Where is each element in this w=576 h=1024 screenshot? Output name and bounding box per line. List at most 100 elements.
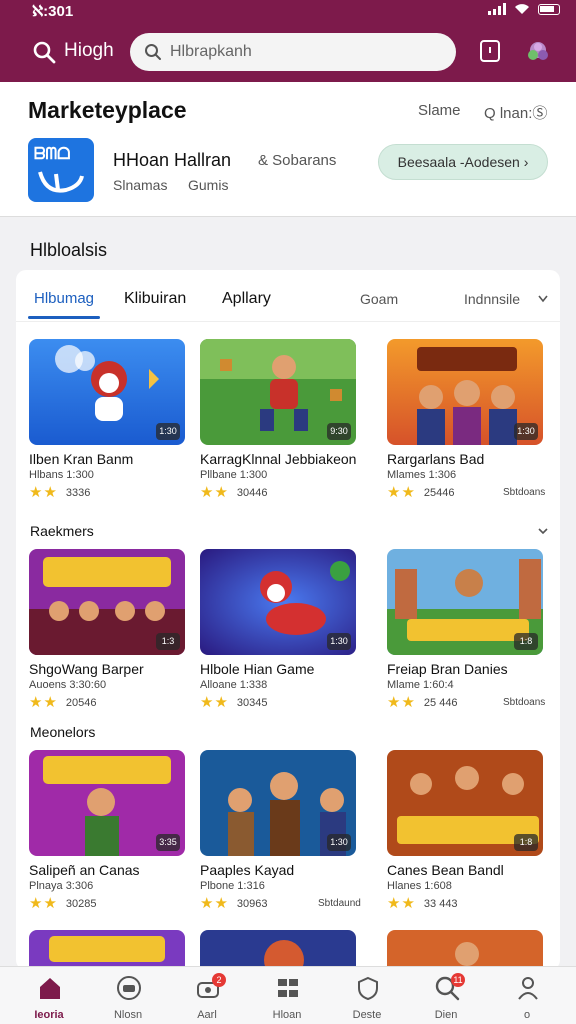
primary-action-button[interactable]: Beesaala -Aodesen › — [378, 144, 548, 180]
tab-library[interactable]: Apllary — [222, 290, 271, 308]
status-time: ℵ:301 — [32, 3, 74, 20]
tab-featured[interactable]: Hlbumag — [34, 290, 94, 307]
game-thumbnail — [387, 930, 543, 970]
games-card: Hlbumag Klibuiran Apllary Goam Indnnsile… — [16, 270, 560, 970]
game-title: KarragKlnnal Jebbiakeon — [200, 451, 357, 467]
filter-dropdown[interactable]: Indnnsile — [464, 291, 520, 307]
signal-icon — [488, 3, 506, 15]
app-icon-graphic — [38, 171, 84, 193]
game-subtitle: Pllbane 1:300 — [200, 469, 268, 481]
game-rating: ★ ★ 25446 — [387, 484, 455, 501]
header-link-store[interactable]: Slame — [418, 102, 461, 119]
duration-badge: 3:35 — [156, 834, 180, 851]
app-icon-text: ᗷᗰᗝ — [34, 146, 71, 163]
game-rating: ★ ★ 30285 — [29, 895, 97, 912]
home-icon — [40, 978, 60, 999]
duration-badge: 1:30 — [156, 423, 180, 440]
star-icon: ★ — [29, 694, 43, 711]
game-subtitle: Plbone 1:316 — [200, 880, 265, 892]
star-icon: ★ — [387, 694, 401, 711]
search-input[interactable] — [170, 41, 440, 63]
game-rating: ★ ★ 30963 — [200, 895, 268, 912]
star-icon: ★ — [387, 484, 401, 501]
grid-icon — [278, 979, 298, 997]
wifi-icon — [515, 4, 529, 14]
status-bar: ℵ:301 — [0, 0, 576, 22]
star-icon: ★ — [43, 895, 57, 912]
game-subtitle: Hlbans 1:300 — [29, 469, 94, 481]
duration-badge: 1:30 — [514, 423, 538, 440]
chevron-down-icon[interactable] — [538, 295, 548, 303]
duration-badge: 1:3 — [156, 633, 180, 650]
nav-security[interactable]: Deste — [332, 967, 402, 1024]
star-icon: ★ — [214, 484, 228, 501]
profile-avatar-icon[interactable] — [524, 37, 552, 65]
app-subscribe-link[interactable]: & Sobarans — [258, 152, 336, 169]
duration-badge: 9:30 — [327, 423, 351, 440]
nav-home[interactable]: Ieoria — [14, 967, 84, 1024]
category-tabs: Hlbumag Klibuiran Apllary Goam Indnnsile — [16, 270, 560, 322]
game-extra: Sbtdaund — [318, 898, 361, 909]
game-thumbnail — [200, 930, 356, 970]
game-title: Hlbole Hian Game — [200, 661, 315, 677]
nav-categories[interactable]: Hloan — [252, 967, 322, 1024]
star-icon: ★ — [401, 694, 415, 711]
notification-badge: 2 — [212, 973, 226, 987]
bottom-navigation: Ieoria Nlosn 2 Aarl Hloan Deste 11 Dien … — [0, 966, 576, 1024]
game-subtitle: Mlame 1:60:4 — [387, 679, 454, 691]
game-title: Freiap Bran Danies — [387, 661, 508, 677]
star-icon: ★ — [43, 694, 57, 711]
app-icon[interactable]: ᗷᗰᗝ — [28, 138, 94, 202]
chevron-down-icon[interactable] — [538, 526, 548, 536]
app-name: HHoan Hallran — [113, 150, 232, 170]
active-tab-indicator — [28, 316, 100, 319]
profile-icon — [518, 977, 538, 1000]
star-icon: ★ — [200, 694, 214, 711]
search-icon[interactable] — [32, 40, 56, 64]
game-rating: ★ ★ 3336 — [29, 484, 91, 501]
status-icons — [488, 3, 560, 15]
tab-games[interactable]: Goam — [360, 291, 398, 307]
marketplace-header: Marketeyplace Slame Q lnan:Ⓢ ᗷᗰᗝ HHoan H… — [0, 82, 576, 217]
section-title: Hlbloalsis — [30, 240, 108, 260]
game-title: Canes Bean Bandl — [387, 862, 504, 878]
header-link-search[interactable]: Q lnan:Ⓢ — [484, 102, 547, 123]
top-app-bar: Hiogh — [0, 22, 576, 82]
app-bar-title: Hiogh — [64, 40, 114, 61]
notifications-icon[interactable] — [478, 39, 502, 63]
game-subtitle: Alloane 1:338 — [200, 679, 268, 691]
nav-console[interactable]: Nlosn — [93, 967, 163, 1024]
star-icon: ★ — [43, 484, 57, 501]
search-field[interactable] — [130, 33, 456, 71]
duration-badge: 1:30 — [327, 834, 351, 851]
game-rating: ★ ★ 25 446 — [387, 694, 458, 711]
shield-icon — [358, 976, 378, 1001]
console-icon — [117, 976, 141, 1000]
game-rating: ★ ★ 20546 — [29, 694, 97, 711]
game-title: Ilben Kran Banm — [29, 451, 134, 467]
battery-icon — [538, 3, 560, 15]
page-title: Marketeyplace — [28, 97, 187, 123]
game-rating: ★ ★ 30345 — [200, 694, 268, 711]
star-icon: ★ — [214, 895, 228, 912]
star-icon: ★ — [29, 895, 43, 912]
app-meta-1: Slnamas — [113, 177, 168, 193]
game-subtitle: Hlanes 1:608 — [387, 880, 452, 892]
nav-profile[interactable]: o — [492, 967, 562, 1024]
duration-badge: 1:30 — [327, 633, 351, 650]
nav-search[interactable]: 11 Dien — [411, 967, 481, 1024]
subsection-title: Raekmers — [30, 523, 94, 539]
subsection-title: Meonelors — [30, 724, 96, 740]
star-icon: ★ — [200, 484, 214, 501]
game-title: Salipeñ an Canas — [29, 862, 140, 878]
game-thumbnail — [29, 930, 185, 970]
game-extra: Sbtdoans — [503, 487, 546, 498]
nav-games[interactable]: 2 Aarl — [172, 967, 242, 1024]
star-icon: ★ — [401, 484, 415, 501]
game-title: Paaples Kayad — [200, 862, 295, 878]
tab-kids[interactable]: Klibuiran — [124, 290, 186, 308]
notification-badge: 11 — [451, 973, 465, 987]
game-title: ShgoWang Barper — [29, 661, 144, 677]
game-subtitle: Auoens 3:30:60 — [29, 679, 107, 691]
star-icon: ★ — [29, 484, 43, 501]
